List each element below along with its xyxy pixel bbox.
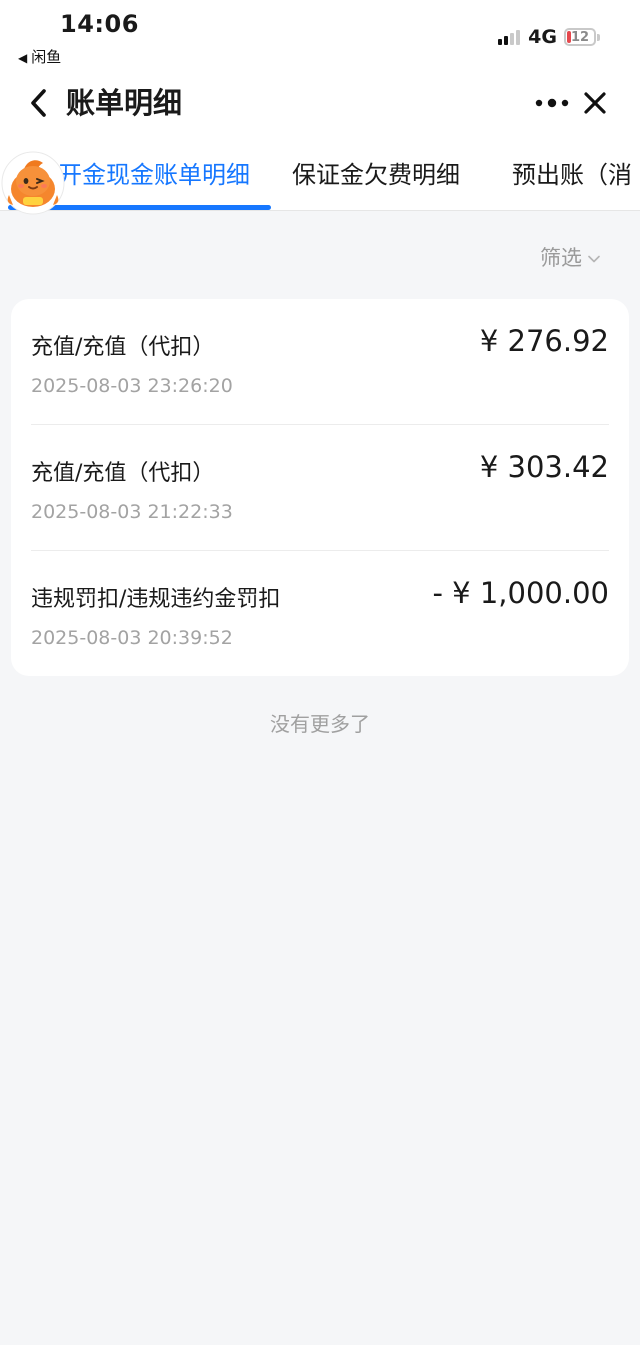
chevron-left-icon [31,89,46,117]
status-time: 14:06 [60,10,139,38]
close-icon [584,92,606,114]
mascot-floating-button[interactable] [1,151,65,215]
more-dots-icon [535,98,569,108]
mascot-avatar-icon [1,151,65,215]
close-button[interactable] [581,89,609,117]
status-indicators: 4G 12 [498,26,600,48]
tab-pre-billing[interactable]: 预出账（消 [512,155,632,190]
chevron-down-icon [588,255,600,263]
back-app-label: 闲鱼 [31,48,62,66]
bill-row[interactable]: 充值/充值（代扣） ¥ 303.42 2025-08-03 21:22:33 [31,425,609,551]
signal-icon [498,29,521,45]
back-triangle-icon: ◀ [18,51,28,65]
tab-deposit-arrears[interactable]: 保证金欠费明细 [292,155,460,190]
no-more-text: 没有更多了 [270,712,370,736]
filter-label: 筛选 [540,246,582,270]
tab-cash-bill[interactable]: 开金现金账单明细 [58,155,250,190]
tab-bar: 开金现金账单明细 保证金欠费明细 预出账（消 [0,140,640,211]
battery-level: 12 [570,29,590,45]
bill-list-card: 充值/充值（代扣） ¥ 276.92 2025-08-03 23:26:20 充… [11,299,629,676]
top-header: 14:06 ◀ 闲鱼 4G 12 账单明细 开金现金账单明细 保证金欠费明细 预… [0,0,640,215]
bill-row[interactable]: 违规罚扣/违规违约金罚扣 - ¥ 1,000.00 2025-08-03 20:… [31,551,609,676]
battery-icon: 12 [564,28,596,46]
bill-title: 充值/充值（代扣） [31,335,215,360]
back-to-app-link[interactable]: ◀ 闲鱼 [18,46,61,67]
back-button[interactable] [26,84,56,122]
filter-button[interactable]: 筛选 [540,242,600,272]
more-button[interactable] [534,94,572,112]
network-type: 4G [528,26,557,48]
bill-amount: ¥ 303.42 [479,450,609,484]
bill-amount: - ¥ 1,000.00 [432,576,610,610]
bill-row[interactable]: 充值/充值（代扣） ¥ 276.92 2025-08-03 23:26:20 [31,299,609,425]
bill-amount: ¥ 276.92 [479,324,609,358]
bill-time: 2025-08-03 21:22:33 [31,501,233,523]
bill-title: 违规罚扣/违规违约金罚扣 [31,587,281,612]
bill-time: 2025-08-03 20:39:52 [31,627,233,649]
bill-title: 充值/充值（代扣） [31,461,215,486]
page-title: 账单明细 [66,86,183,120]
bill-time: 2025-08-03 23:26:20 [31,375,233,397]
battery-tip [597,33,600,41]
